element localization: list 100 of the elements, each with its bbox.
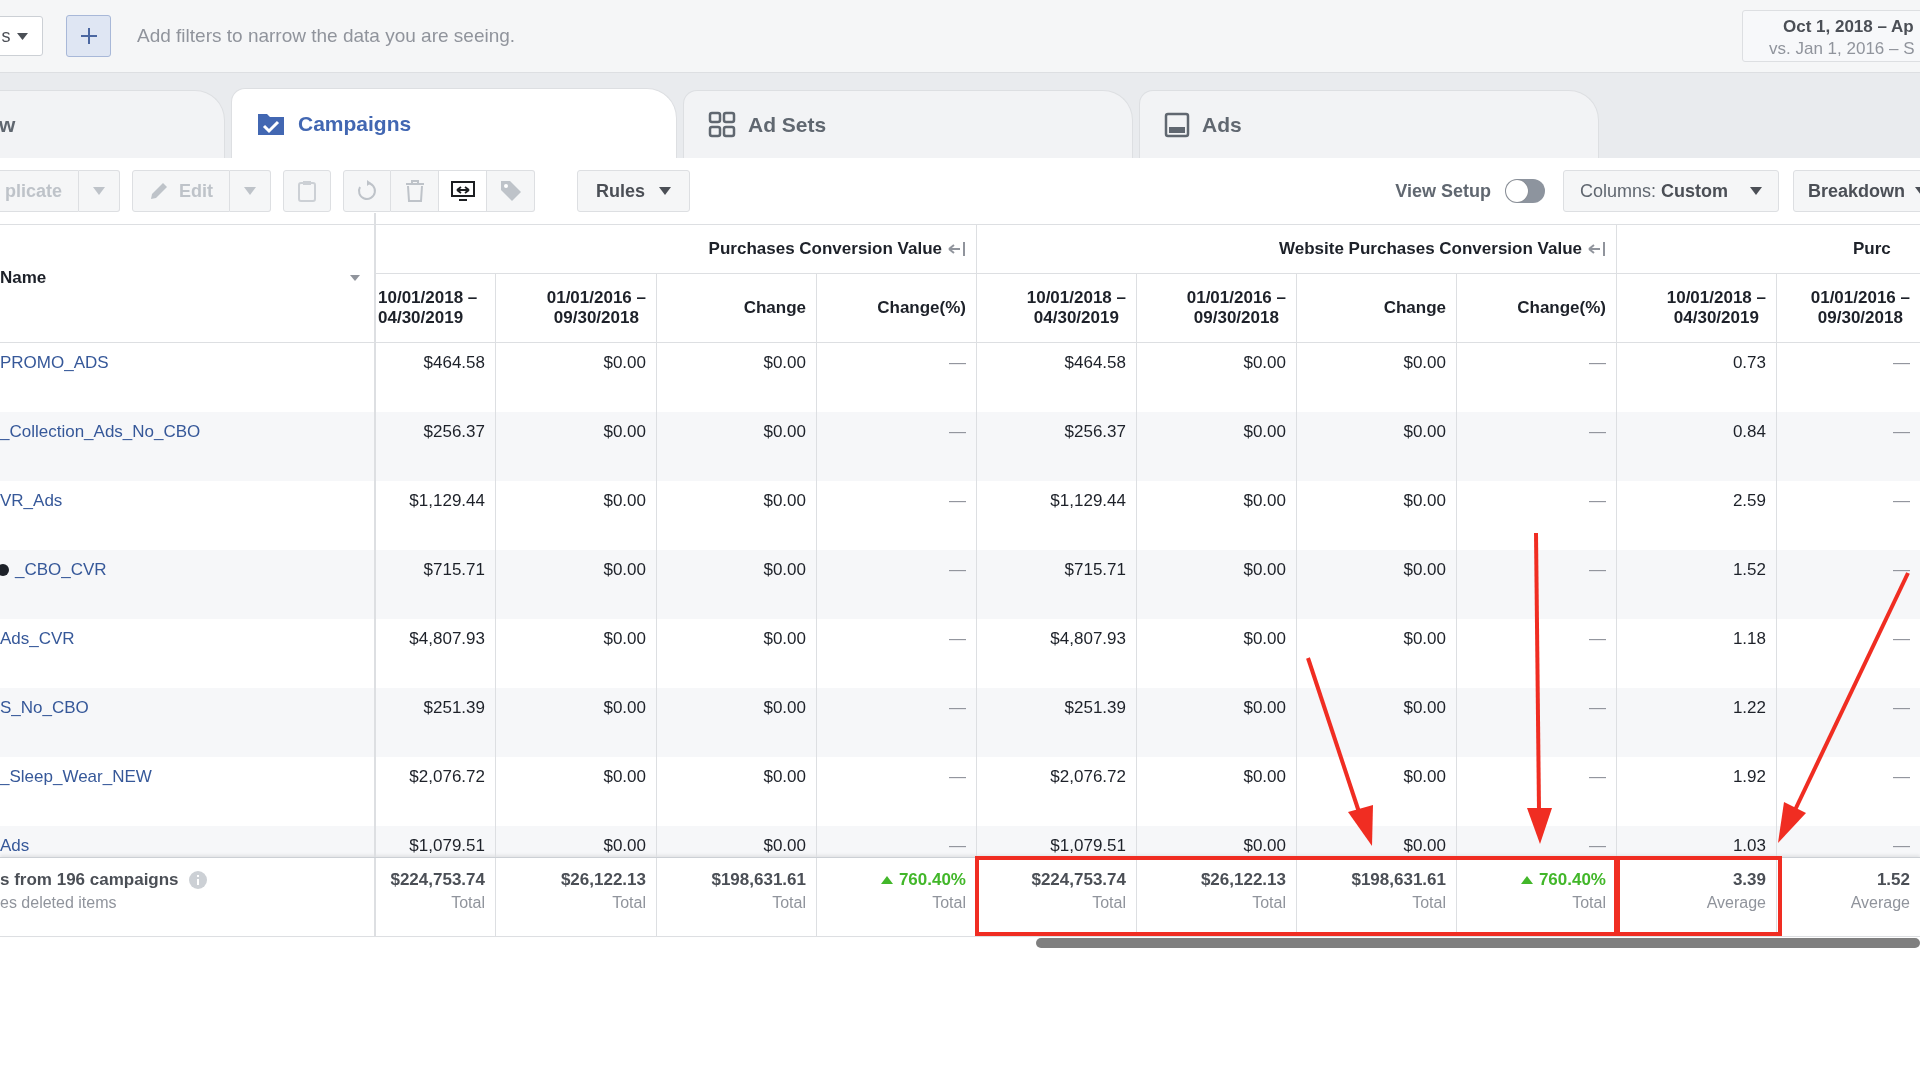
table-cell-text: — — [1893, 560, 1910, 581]
campaign-link[interactable]: _CBO_CVR — [15, 560, 107, 580]
total-label: Total — [1412, 894, 1446, 912]
table-cell: $0.00 — [1243, 836, 1286, 857]
table-cell-text: $0.00 — [603, 353, 646, 374]
table-cell: $1,079.51 — [409, 836, 485, 857]
column-header[interactable]: Change — [1383, 298, 1446, 318]
table-cell-text: $1,129.44 — [409, 491, 485, 512]
table-cell-text: $0.00 — [1243, 422, 1286, 443]
campaign-link[interactable]: PROMO_ADS — [0, 353, 109, 373]
total-value: $224,753.74 — [1031, 870, 1126, 890]
column-header[interactable]: 10/01/2018 – 04/30/2019 — [1666, 288, 1766, 328]
table-cell-text: — — [1893, 629, 1910, 650]
table-cell-text: — — [949, 698, 966, 719]
table-cell-text: 1.52 — [1732, 560, 1766, 581]
table-cell-text: $0.00 — [763, 560, 806, 581]
table-cell-text: $0.00 — [1403, 353, 1446, 374]
table-cell-text: — — [1589, 422, 1606, 443]
table-cell-text: — — [1589, 698, 1606, 719]
table-cell: 1.03 — [1732, 836, 1766, 857]
campaign-link[interactable]: Ads_CVR — [0, 629, 75, 649]
column-group-header: Purc — [1853, 239, 1891, 259]
table-cell: — — [949, 836, 966, 857]
table-cell-text: $715.71 — [423, 560, 485, 581]
table-cell: — — [1893, 836, 1910, 857]
tab[interactable]: Campaigns — [231, 88, 677, 158]
campaign-link[interactable]: VR_Ads — [0, 491, 63, 511]
filter-field[interactable]: Add filters to narrow the data you are seeing. — [135, 24, 739, 48]
campaign-link[interactable]: _Sleep_Wear_NEW — [0, 767, 152, 787]
table-cell-text: $464.58 — [1064, 353, 1126, 374]
column-header[interactable]: 10/01/2018 – 04/30/2019 — [378, 288, 478, 328]
table-cell-text: — — [949, 629, 966, 650]
results-summary: s from 196 campaigns — [0, 870, 179, 890]
total-label: Total — [612, 894, 646, 912]
column-header[interactable]: 01/01/2016 – 09/30/2018 — [1810, 288, 1910, 328]
table-cell-text: $0.00 — [763, 767, 806, 788]
view-setup-label: View Setup — [1395, 180, 1491, 202]
campaign-link[interactable]: Ads — [0, 836, 30, 856]
campaign-link[interactable]: _Collection_Ads_No_CBO — [0, 422, 201, 442]
tab[interactable]: Ad Sets — [683, 90, 1133, 158]
column-group-header: Purchases Conversion Value — [708, 239, 942, 259]
breakdown-button[interactable]: Breakdown — [1792, 170, 1920, 212]
total-value: 1.52 — [1876, 870, 1910, 890]
total-value: $26,122.13 — [1200, 870, 1286, 890]
table-cell-text: $0.00 — [763, 353, 806, 374]
column-header[interactable]: Change(%) — [1517, 298, 1606, 318]
table-cell-text: $0.00 — [1243, 353, 1286, 374]
table-cell: $1,079.51 — [1050, 836, 1126, 857]
rules-menu-button[interactable]: Rules — [577, 170, 691, 212]
table-cell-text: — — [1893, 698, 1910, 719]
column-header[interactable]: 01/01/2016 – 09/30/2018 — [1186, 288, 1286, 328]
total-label: Total — [1572, 894, 1606, 912]
column-group-header: Website Purchases Conversion Value — [1279, 239, 1582, 259]
table-cell: $0.00 — [763, 836, 806, 857]
total-label: Total — [1092, 894, 1126, 912]
columns-button[interactable]: Columns: Custom — [1562, 170, 1779, 212]
table-cell-text: $0.00 — [603, 767, 646, 788]
table-cell-text: $0.00 — [1243, 560, 1286, 581]
column-header[interactable]: 10/01/2018 – 04/30/2019 — [1026, 288, 1126, 328]
table-cell-text: $0.00 — [1403, 698, 1446, 719]
table-cell-text: $251.39 — [1064, 698, 1126, 719]
table-cell-text: $0.00 — [763, 422, 806, 443]
table-cell-text: — — [949, 560, 966, 581]
table-cell-text: $0.00 — [1403, 491, 1446, 512]
table-cell-text: $0.00 — [763, 629, 806, 650]
total-value: $198,631.61 — [711, 870, 806, 890]
table-cell-text: $715.71 — [1064, 560, 1126, 581]
table-cell-text: $251.39 — [423, 698, 485, 719]
total-value: 3.39 — [1732, 870, 1766, 890]
column-header[interactable]: Change — [743, 298, 806, 318]
table-cell-text: $0.00 — [1403, 767, 1446, 788]
table-cell-text: 1.22 — [1732, 698, 1766, 719]
table-cell-text: — — [949, 491, 966, 512]
table-cell-text: $0.00 — [1243, 698, 1286, 719]
table-cell-text: $0.00 — [1403, 629, 1446, 650]
table-cell-text: $0.00 — [763, 491, 806, 512]
table-cell-text: $256.37 — [423, 422, 485, 443]
table-cell-text: 1.92 — [1732, 767, 1766, 788]
table-cell-text: $0.00 — [1403, 560, 1446, 581]
column-header[interactable]: Name — [0, 213, 376, 342]
tab[interactable]: Ads — [1139, 90, 1599, 158]
table-cell-text: — — [949, 422, 966, 443]
table-cell-text: $0.00 — [1243, 767, 1286, 788]
campaign-link[interactable]: S_No_CBO — [0, 698, 89, 718]
table-cell-text: 0.73 — [1732, 353, 1766, 374]
table-cell: $0.00 — [603, 836, 646, 857]
column-header[interactable]: 01/01/2016 – 09/30/2018 — [546, 288, 646, 328]
table-cell-text: 1.18 — [1732, 629, 1766, 650]
table-cell-text: — — [949, 353, 966, 374]
total-value: $26,122.13 — [560, 870, 646, 890]
table-cell-text: — — [1893, 422, 1910, 443]
table-cell-text: $2,076.72 — [1050, 767, 1126, 788]
filter-dropdown[interactable]: s — [0, 16, 43, 56]
table-cell-text: $4,807.93 — [1050, 629, 1126, 650]
total-label: Total — [1252, 894, 1286, 912]
total-label: Total — [772, 894, 806, 912]
table-cell-text: $2,076.72 — [409, 767, 485, 788]
column-header[interactable]: Change(%) — [877, 298, 966, 318]
table-cell-text: — — [1589, 767, 1606, 788]
date-range-picker[interactable]: Oct 1, 2018 – Ap vs. Jan 1, 2016 – S — [1742, 10, 1920, 62]
